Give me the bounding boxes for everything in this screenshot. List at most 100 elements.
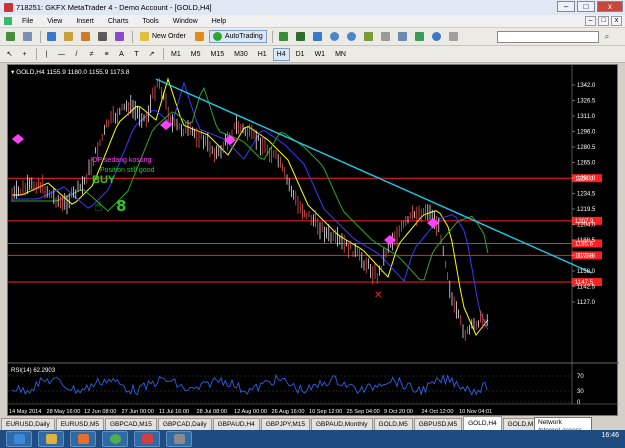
chart-tab[interactable]: GBPJPY,M15 xyxy=(260,418,310,430)
metaeditor-icon[interactable] xyxy=(192,30,207,43)
rsi-tick-label: 70 xyxy=(577,374,584,380)
new-chart-icon[interactable] xyxy=(3,30,18,43)
annotation-op-empty: OP sedang kosong xyxy=(92,157,152,164)
mdi-restore-button[interactable]: □ xyxy=(598,16,609,26)
chart-tab[interactable]: GBPCAD,Daily xyxy=(157,418,212,430)
autotrading-label: AutoTrading xyxy=(224,33,263,40)
minimize-button[interactable]: – xyxy=(557,1,575,12)
terminal-icon[interactable] xyxy=(95,30,110,43)
taskbar-explorer-icon[interactable] xyxy=(38,431,64,447)
market-watch-icon[interactable] xyxy=(44,30,59,43)
close-cross-icon: ✕ xyxy=(374,290,382,301)
chart-tab[interactable]: GOLD,H4 xyxy=(463,416,502,430)
zoom-out-icon[interactable] xyxy=(344,30,359,43)
timeframe-w1[interactable]: W1 xyxy=(311,48,330,61)
timeframe-h1[interactable]: H1 xyxy=(254,48,271,61)
chart-tab[interactable]: EURUSD,Daily xyxy=(1,418,55,430)
menu-file[interactable]: File xyxy=(15,18,40,25)
price-tick-label: 1142.5 xyxy=(577,285,596,291)
toolbar-separator xyxy=(40,30,41,43)
time-tick-label: 14 May 2014 xyxy=(9,409,41,415)
timeframe-m5[interactable]: M5 xyxy=(187,48,205,61)
indicators-icon[interactable] xyxy=(412,30,427,43)
mdi-controls: – □ x xyxy=(585,16,622,26)
menu-tools[interactable]: Tools xyxy=(135,18,165,25)
autotrading-button[interactable]: AutoTrading xyxy=(208,30,267,43)
timeframe-d1[interactable]: D1 xyxy=(292,48,309,61)
navigator-icon[interactable] xyxy=(78,30,93,43)
search-input[interactable] xyxy=(497,31,599,43)
chart-tab[interactable]: GOLD,M xyxy=(502,418,539,430)
periods-icon[interactable] xyxy=(429,30,444,43)
taskbar-chrome-icon[interactable] xyxy=(102,431,128,447)
menu-insert[interactable]: Insert xyxy=(69,18,101,25)
trendline-icon[interactable]: / xyxy=(70,48,83,61)
menu-charts[interactable]: Charts xyxy=(101,18,136,25)
time-tick-label: 9 Oct 20:00 xyxy=(384,409,413,415)
text-icon[interactable]: A xyxy=(115,48,128,61)
maximize-button[interactable]: □ xyxy=(577,1,595,12)
tester-icon[interactable] xyxy=(112,30,127,43)
chart-tab[interactable]: GOLD,M5 xyxy=(373,418,413,430)
new-order-label: New Order xyxy=(152,33,186,40)
price-tick-label: 1326.5 xyxy=(577,99,596,105)
chart-tab[interactable]: GBPAUD,Monthly xyxy=(310,418,373,430)
search-icon[interactable]: ⌕ xyxy=(601,31,613,43)
chart-tab[interactable]: GBPCAD,M15 xyxy=(105,418,157,430)
timeframe-m30[interactable]: M30 xyxy=(230,48,252,61)
time-tick-label: 28 Jul 08:00 xyxy=(197,409,227,415)
timeframe-m15[interactable]: M15 xyxy=(206,48,228,61)
chart-window[interactable]: 1250.0 1207.9 1185.6 1173.8 1147.5 ▾ GOLD,H4… xyxy=(7,64,619,417)
taskbar-media-icon[interactable] xyxy=(70,431,96,447)
timeframe-m1[interactable]: M1 xyxy=(167,48,185,61)
zoom-in-icon[interactable] xyxy=(327,30,342,43)
time-tick-label: 24 Oct 12:00 xyxy=(422,409,454,415)
menu-view[interactable]: View xyxy=(40,18,69,25)
chart-tab[interactable]: GBPAUD,H4 xyxy=(212,418,260,430)
timeframe-h4[interactable]: H4 xyxy=(272,47,290,61)
new-order-icon xyxy=(140,32,149,41)
chart-tab[interactable]: EURUSD,M5 xyxy=(55,418,104,430)
profiles-icon[interactable] xyxy=(20,30,35,43)
line-chart-icon[interactable] xyxy=(310,30,325,43)
price-chart[interactable]: 1250.01207.91185.61173.81147.5 ▾ GOLD,H4… xyxy=(8,65,619,417)
time-tick-label: 25 Sep 04:00 xyxy=(347,409,380,415)
close-button[interactable]: x xyxy=(597,1,623,12)
templates-icon[interactable] xyxy=(446,30,461,43)
menu-window[interactable]: Window xyxy=(166,18,205,25)
taskbar-mt4-icon[interactable] xyxy=(134,431,160,447)
channel-icon[interactable]: ≠ xyxy=(85,48,98,61)
taskbar: 16:46 xyxy=(0,430,625,448)
thumbs-up-icon: ☝ xyxy=(94,198,103,214)
horizontal-line-icon[interactable]: — xyxy=(55,48,68,61)
mdi-minimize-button[interactable]: – xyxy=(585,16,596,26)
candlestick-icon[interactable] xyxy=(293,30,308,43)
taskbar-ie-icon[interactable] xyxy=(6,431,32,447)
chart-shift-icon[interactable] xyxy=(395,30,410,43)
time-tick-label: 12 Jun 08:00 xyxy=(84,409,116,415)
taskbar-app-icon[interactable] xyxy=(166,431,192,447)
arrow-tool-icon[interactable]: ↗ xyxy=(145,48,158,61)
signal-arrow-icon xyxy=(224,135,236,145)
chart-tab[interactable]: GBPUSD,M5 xyxy=(413,418,463,430)
cursor-icon[interactable]: ↖ xyxy=(3,48,16,61)
crosshair-icon[interactable]: + xyxy=(18,48,31,61)
tile-windows-icon[interactable] xyxy=(361,30,376,43)
toolbar-separator xyxy=(271,30,273,43)
data-window-icon[interactable] xyxy=(61,30,76,43)
auto-scroll-icon[interactable] xyxy=(378,30,393,43)
vertical-line-icon[interactable]: | xyxy=(40,48,53,61)
timeframe-mn[interactable]: MN xyxy=(331,48,350,61)
mdi-close-button[interactable]: x xyxy=(611,16,622,26)
time-tick-label: 26 Aug 16:00 xyxy=(272,409,305,415)
new-order-button[interactable]: New Order xyxy=(136,30,190,43)
fibonacci-icon[interactable]: ≡ xyxy=(100,48,113,61)
ok-hand-icon: 8 xyxy=(116,197,126,215)
network-popup-title: Network xyxy=(538,419,562,426)
chart-header: ▾ GOLD,H4 1155.9 1180.0 1155.9 1173.8 xyxy=(11,69,130,76)
menu-help[interactable]: Help xyxy=(205,18,233,25)
bar-chart-icon[interactable] xyxy=(276,30,291,43)
ma-mid-line xyxy=(12,81,489,330)
label-icon[interactable]: T xyxy=(130,48,143,61)
price-tick-label: 1280.5 xyxy=(577,145,596,151)
